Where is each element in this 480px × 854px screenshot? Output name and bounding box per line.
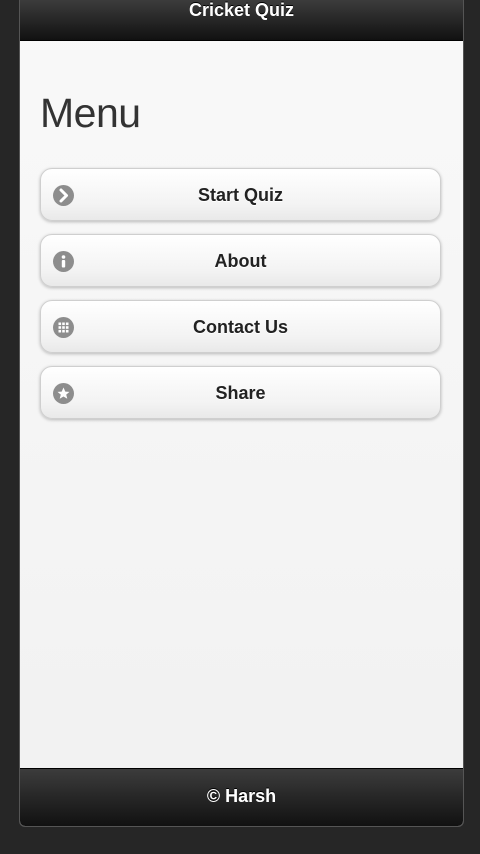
- contact-us-button[interactable]: Contact Us: [40, 300, 441, 353]
- share-label: Share: [215, 383, 266, 403]
- footer-bar: © Harsh: [20, 768, 463, 826]
- header-title: Cricket Quiz: [188, 0, 295, 20]
- about-button[interactable]: About: [40, 234, 441, 287]
- page-title: Menu: [40, 90, 141, 136]
- start-quiz-button[interactable]: Start Quiz: [40, 168, 441, 221]
- app-window: Cricket Quiz Menu Start Quiz About Conta…: [19, 0, 464, 827]
- share-button[interactable]: Share: [40, 366, 441, 419]
- device-frame: Cricket Quiz Menu Start Quiz About Conta…: [0, 0, 480, 854]
- contact-us-label: Contact Us: [192, 317, 288, 337]
- about-label: About: [214, 251, 267, 271]
- header-bar: Cricket Quiz: [20, 0, 463, 41]
- footer-text: © Harsh: [206, 786, 277, 806]
- start-quiz-label: Start Quiz: [197, 185, 283, 205]
